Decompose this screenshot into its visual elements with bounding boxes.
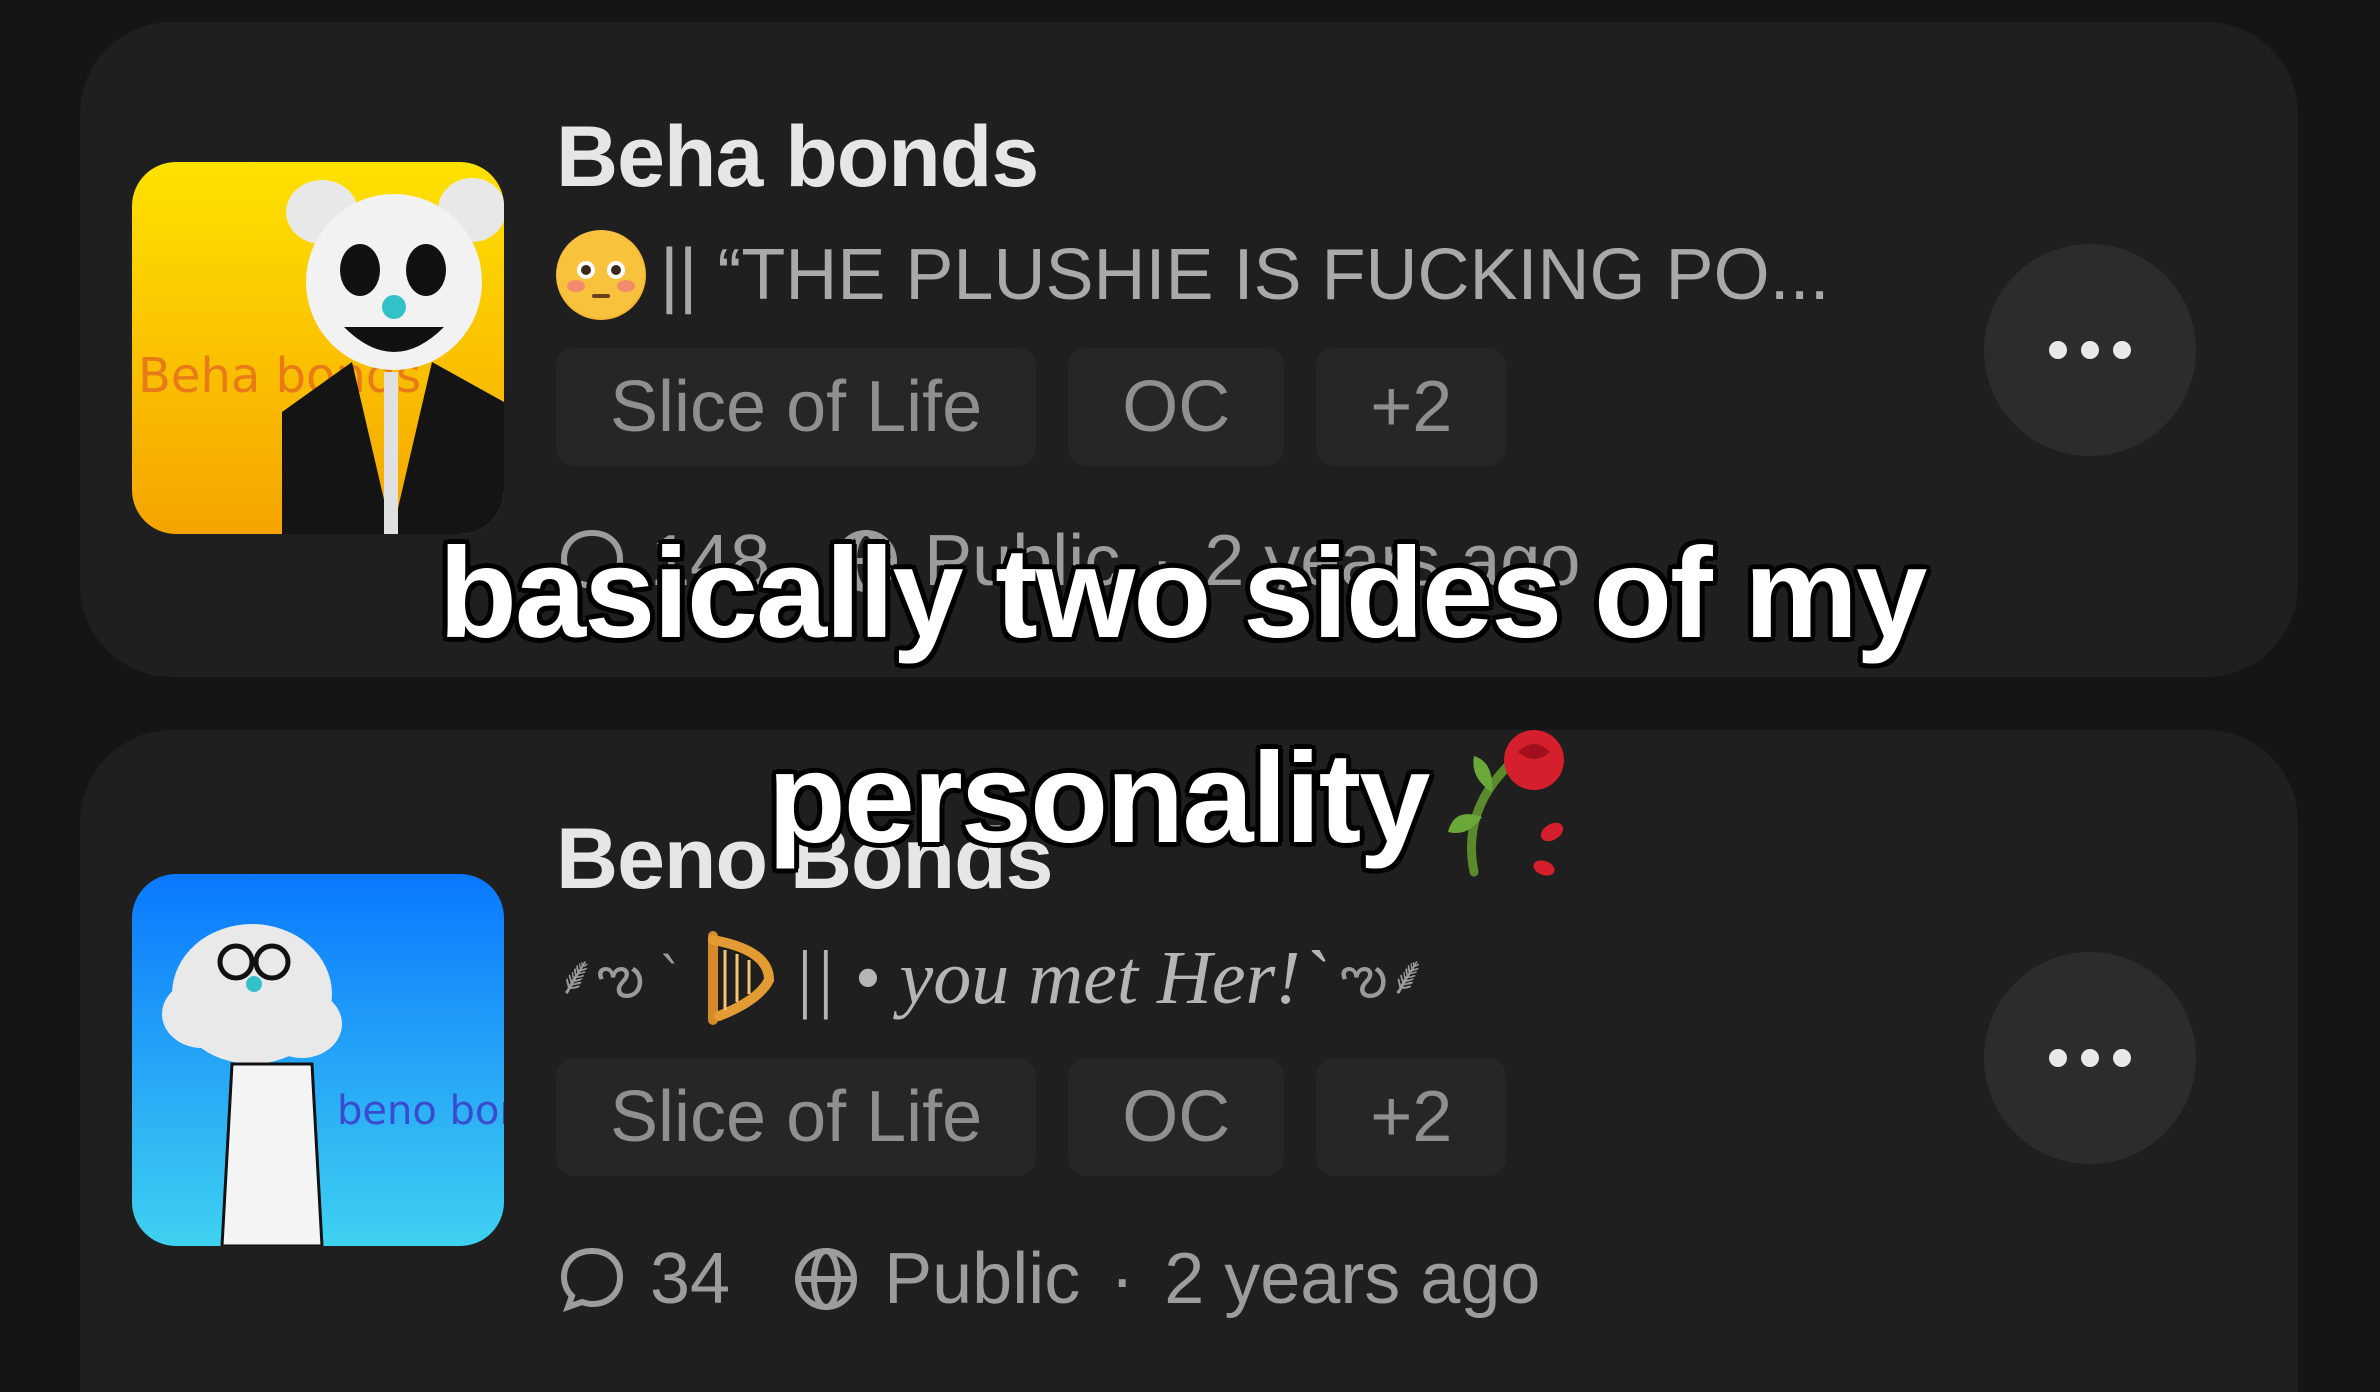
- tag-slice-of-life[interactable]: Slice of Life: [556, 1058, 1037, 1176]
- greeting-text: || • you met Her!`: [793, 935, 1326, 1020]
- overlay-caption-line-2: personality: [0, 722, 2366, 882]
- tag-list: Slice of Life OC +2: [556, 348, 1507, 466]
- tag-more-count[interactable]: +2: [1316, 1058, 1507, 1176]
- globe-icon: [795, 1248, 858, 1310]
- tag-oc[interactable]: OC: [1068, 348, 1285, 466]
- chat-meta: 34 Public · 2 years ago: [556, 1238, 1540, 1320]
- more-options-button[interactable]: [1984, 244, 2196, 456]
- caption-text: personality: [767, 727, 1431, 870]
- greeting-text: || “THE PLUSHIE IS FUCKING PO...: [660, 235, 1830, 315]
- wilted-rose-icon: [1448, 730, 1565, 877]
- comment-count: 34: [650, 1239, 731, 1319]
- more-options-button[interactable]: [1984, 952, 2196, 1164]
- greeting-prefix: `: [658, 946, 686, 1010]
- decorative-swirl: ఌ⸙: [1339, 943, 1428, 1007]
- chat-greeting: || “THE PLUSHIE IS FUCKING PO...: [556, 230, 1830, 320]
- tag-oc[interactable]: OC: [1068, 1058, 1285, 1176]
- decorative-swirl: ⸙ఌ: [556, 943, 645, 1007]
- avatar-image: beno bonds: [132, 874, 504, 1246]
- avatar[interactable]: Beha bonds: [132, 162, 504, 534]
- tag-slice-of-life[interactable]: Slice of Life: [556, 348, 1037, 466]
- overlay-caption-line-1: basically two sides of my: [438, 522, 1928, 665]
- flushed-face-icon: [556, 230, 646, 320]
- avatar[interactable]: beno bonds: [132, 874, 504, 1246]
- tag-list: Slice of Life OC +2: [556, 1058, 1507, 1176]
- harp-icon: [708, 931, 775, 1025]
- chat-bubble-icon: [560, 1247, 624, 1312]
- chat-greeting: ⸙ఌ ` || • you met Her!` ఌ⸙: [556, 930, 1428, 1026]
- chat-title[interactable]: Beha bonds: [556, 108, 1039, 207]
- screen: Beha bonds Beha bonds || “THE PLUSHIE IS…: [0, 0, 2380, 1392]
- avatar-image: Beha bonds: [132, 162, 504, 534]
- more-horizontal-icon: [2049, 1049, 2131, 1067]
- visibility-label: Public: [884, 1239, 1081, 1319]
- avatar-label: beno bonds: [337, 1088, 504, 1134]
- timestamp: 2 years ago: [1164, 1239, 1541, 1319]
- tag-more-count[interactable]: +2: [1316, 348, 1507, 466]
- separator: ·: [1110, 1239, 1135, 1319]
- more-horizontal-icon: [2049, 341, 2131, 359]
